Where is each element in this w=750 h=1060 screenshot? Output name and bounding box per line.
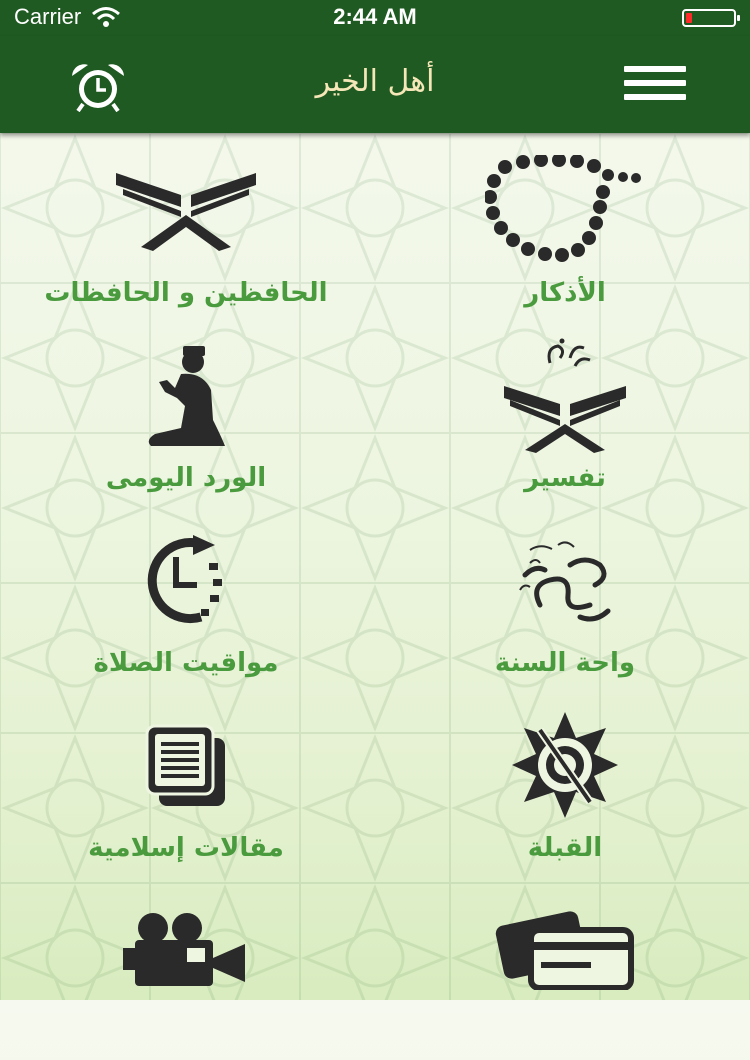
prayer-time-clock-icon [147, 535, 222, 624]
muhammad-calligraphy-icon [519, 541, 611, 622]
tile-tafsir[interactable]: تفسير [395, 335, 735, 505]
quran-stand-icon [116, 173, 256, 251]
tile-label: القبلة [527, 833, 603, 863]
battery-icon [682, 9, 740, 27]
tile-qibla[interactable]: القبلة [395, 705, 735, 875]
payment-cards-icon [495, 911, 634, 990]
articles-icon [145, 724, 225, 806]
tile-sunnah[interactable]: واحة السنة [395, 520, 735, 690]
tile-label: تفسير [524, 463, 606, 493]
qibla-compass-icon [512, 712, 618, 818]
tile-articles[interactable]: مقالات إسلامية [16, 705, 356, 875]
video-camera-icon [123, 913, 245, 986]
tile-label: مقالات إسلامية [88, 833, 284, 863]
tile-label: الأذكار [524, 278, 606, 308]
tile-azkar[interactable]: الأذكار [395, 150, 735, 320]
tile-memorizers[interactable]: الحافظين و الحافظات [16, 150, 356, 320]
status-bar: Carrier 2:44 AM [0, 0, 750, 36]
tile-label: الورد اليومى [105, 463, 267, 493]
menu-button[interactable] [624, 66, 686, 106]
praying-man-icon [148, 346, 225, 446]
status-time: 2:44 AM [333, 4, 417, 29]
menu-icon [624, 66, 686, 72]
prayer-beads-icon [485, 155, 641, 262]
tile-label: واحة السنة [494, 648, 636, 678]
tile-payment[interactable] [395, 890, 735, 1060]
tile-prayer-times[interactable]: مواقيت الصلاة [16, 520, 356, 690]
tile-videos[interactable] [16, 890, 356, 1060]
tile-daily-wird[interactable]: الورد اليومى [16, 335, 356, 505]
nav-bar: أهل الخير [0, 36, 750, 133]
quran-tafsir-icon [504, 338, 626, 453]
tile-label: الحافظين و الحافظات [44, 278, 328, 308]
tile-label: مواقيت الصلاة [93, 648, 279, 678]
